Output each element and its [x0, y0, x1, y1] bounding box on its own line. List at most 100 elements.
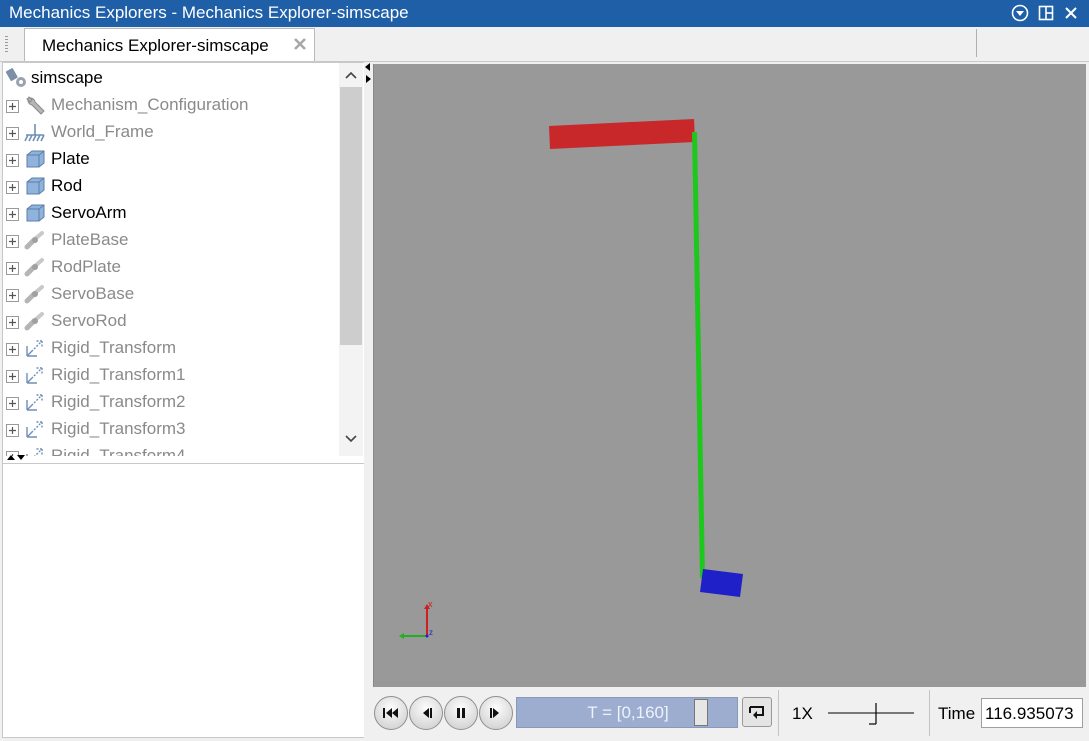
tree-item[interactable]: Rigid_Transform2: [3, 388, 339, 415]
toolbar-separator: [929, 690, 930, 736]
step-forward-button[interactable]: [479, 696, 513, 730]
tab-label: Mechanics Explorer-simscape: [42, 36, 269, 55]
mechanism-scene: x z: [399, 119, 743, 639]
expand-icon[interactable]: [6, 341, 19, 356]
expand-icon[interactable]: [6, 368, 19, 383]
expand-icon[interactable]: [6, 233, 19, 248]
tree-item[interactable]: ServoBase: [3, 280, 339, 307]
plate-body: [549, 119, 695, 149]
triad-z-label: z: [429, 628, 433, 637]
tree-item-label: Mechanism_Configuration: [51, 95, 249, 114]
tree-root-label: simscape: [31, 68, 103, 87]
tree-item-label: Rigid_Transform1: [51, 365, 186, 384]
expand-icon[interactable]: [6, 260, 19, 275]
time-value-field[interactable]: 116.935073: [981, 698, 1083, 728]
speed-slider[interactable]: [826, 698, 916, 728]
loop-icon: [749, 706, 764, 719]
model-tree-pane: simscape Mechanism_Configuration World_F…: [2, 62, 365, 738]
tree-item[interactable]: RodPlate: [3, 253, 339, 280]
servo-arm-body: [700, 569, 743, 597]
rigid-transform-icon: [24, 337, 46, 359]
tree-item-label: RodPlate: [51, 257, 121, 276]
tree-item[interactable]: ServoRod: [3, 307, 339, 334]
expand-icon[interactable]: [6, 206, 19, 221]
skip-to-start-button[interactable]: [374, 696, 408, 730]
rigid-transform-icon: [24, 418, 46, 440]
close-icon[interactable]: [1062, 4, 1080, 22]
joint-icon: [24, 256, 46, 278]
menu-dropdown-icon[interactable]: [1011, 4, 1029, 22]
expand-icon[interactable]: [6, 314, 19, 329]
expand-icon[interactable]: [6, 395, 19, 410]
scrollbar-thumb[interactable]: [340, 87, 362, 345]
model-tree: simscape Mechanism_Configuration World_F…: [3, 63, 339, 456]
expand-icon[interactable]: [6, 179, 19, 194]
tree-item[interactable]: World_Frame: [3, 118, 339, 145]
tree-item-label: Rod: [51, 176, 83, 195]
tree-item-label: ServoBase: [51, 284, 135, 303]
tree-item-label: PlateBase: [51, 230, 129, 249]
window-title: Mechanics Explorers - Mechanics Explorer…: [9, 3, 409, 22]
time-slider[interactable]: T = [0,160]: [516, 697, 738, 728]
pane-divider[interactable]: [364, 62, 372, 738]
tree-item-label: Plate: [51, 149, 90, 168]
title-bar: Mechanics Explorers - Mechanics Explorer…: [0, 0, 1089, 27]
tree-item[interactable]: Rigid_Transform1: [3, 361, 339, 388]
undock-icon[interactable]: [1037, 4, 1055, 22]
tree-item[interactable]: Mechanism_Configuration: [3, 91, 339, 118]
expand-icon[interactable]: [6, 152, 19, 167]
step-forward-icon: [490, 708, 499, 718]
tree-item[interactable]: Rigid_Transform: [3, 334, 339, 361]
triad-x-label: x: [428, 599, 433, 609]
collapse-arrows-icon[interactable]: [364, 62, 372, 86]
tree-item[interactable]: Rod: [3, 172, 339, 199]
scroll-down-icon[interactable]: [343, 431, 359, 447]
expand-icon[interactable]: [6, 287, 19, 302]
axis-triad: x z: [399, 599, 433, 639]
tab-mechanics-explorer[interactable]: Mechanics Explorer-simscape: [24, 28, 315, 61]
tree-item-label: Rigid_Transform: [51, 338, 177, 357]
3d-viewport[interactable]: x z: [373, 64, 1086, 687]
joint-icon: [24, 283, 46, 305]
tree-item-label: Rigid_Transform2: [51, 392, 186, 411]
tree-item-label: World_Frame: [51, 122, 154, 141]
tree-item[interactable]: Plate: [3, 145, 339, 172]
expand-icon[interactable]: [6, 98, 19, 113]
loop-button[interactable]: [742, 697, 772, 727]
tree-scrollbar[interactable]: [339, 63, 363, 456]
drag-grip-icon[interactable]: [5, 36, 8, 52]
tree-item-label: ServoArm: [51, 203, 127, 222]
tree-item[interactable]: PlateBase: [3, 226, 339, 253]
joint-icon: [24, 310, 46, 332]
wrench-icon: [24, 94, 46, 116]
tree-item[interactable]: Rigid_Transform4: [3, 442, 339, 456]
expand-icon[interactable]: [6, 422, 19, 437]
tab-close-icon[interactable]: [291, 35, 309, 53]
tree-root[interactable]: simscape: [3, 64, 339, 91]
speed-label: 1X: [792, 704, 813, 723]
time-label: Time: [938, 704, 976, 723]
document-tab-strip: Mechanics Explorer-simscape: [0, 27, 1089, 62]
step-back-icon: [423, 708, 432, 718]
split-arrows-icon[interactable]: [6, 454, 28, 462]
pause-button[interactable]: [444, 696, 478, 730]
pause-icon: [457, 708, 465, 718]
expand-icon[interactable]: [6, 125, 19, 140]
solid-block-icon: [24, 202, 46, 224]
toolbar-separator: [778, 690, 779, 736]
rigid-transform-icon: [24, 364, 46, 386]
tab-strip-separator: [976, 29, 977, 57]
tree-item[interactable]: ServoArm: [3, 199, 339, 226]
scroll-up-icon[interactable]: [343, 67, 359, 83]
solid-block-icon: [24, 148, 46, 170]
time-slider-thumb[interactable]: [694, 699, 708, 726]
joint-icon: [24, 229, 46, 251]
world-frame-icon: [24, 121, 46, 143]
tree-splitter[interactable]: [3, 454, 364, 464]
tree-item[interactable]: Rigid_Transform3: [3, 415, 339, 442]
tree-item-label: ServoRod: [51, 311, 127, 330]
tree-item-label: Rigid_Transform3: [51, 419, 186, 438]
step-back-button[interactable]: [409, 696, 443, 730]
tree-item-label: Rigid_Transform4: [51, 446, 186, 456]
solid-block-icon: [24, 175, 46, 197]
